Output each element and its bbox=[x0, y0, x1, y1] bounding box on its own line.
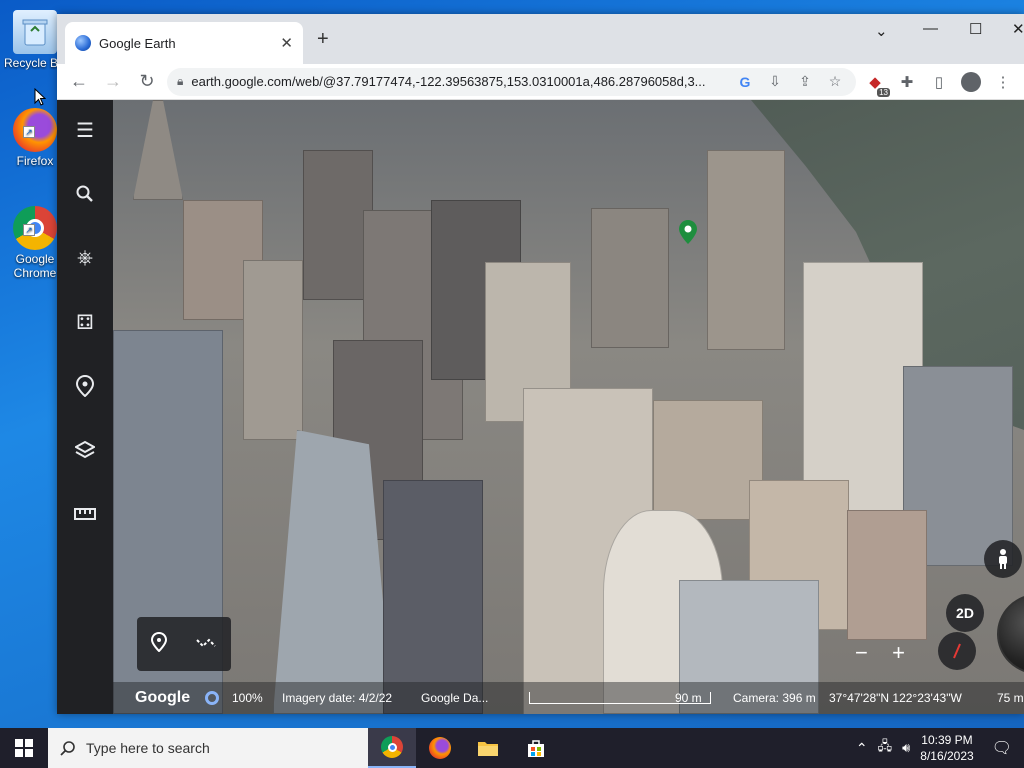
building bbox=[243, 260, 303, 440]
profile-avatar[interactable] bbox=[958, 69, 984, 95]
taskbar: Type here to search ⌃ 🖧︎ 🔊︎ 10:39 PM 8/1… bbox=[0, 728, 1024, 768]
tab-bar: Google Earth ✕ + ⌄ — ☐ ✕ bbox=[57, 14, 1024, 64]
new-tab-button[interactable]: + bbox=[317, 28, 329, 51]
building bbox=[591, 208, 669, 348]
draw-path-icon[interactable] bbox=[195, 634, 217, 655]
building bbox=[133, 100, 183, 200]
zoom-controls: − + bbox=[849, 636, 911, 670]
clock[interactable]: 10:39 PM 8/16/2023 bbox=[920, 732, 973, 764]
search-placeholder: Type here to search bbox=[86, 740, 210, 756]
install-app-icon[interactable]: ⇩ bbox=[764, 73, 786, 90]
network-icon[interactable]: 🖧︎ bbox=[878, 737, 893, 759]
address-bar[interactable]: 🔒︎ earth.google.com/web/@37.79177474,-12… bbox=[167, 67, 856, 96]
reload-button[interactable]: ↻ bbox=[133, 68, 161, 96]
close-window-button[interactable]: ✕ bbox=[1012, 20, 1024, 38]
2d-3d-toggle-button[interactable]: 2D bbox=[946, 594, 984, 632]
scale-label: 90 m bbox=[675, 691, 702, 705]
location-pin-icon[interactable] bbox=[679, 220, 697, 244]
notifications-icon[interactable]: 🗨︎ bbox=[992, 738, 1012, 758]
shortcut-arrow-icon: ↗ bbox=[23, 126, 35, 138]
share-icon[interactable]: ⇪ bbox=[794, 73, 816, 90]
taskbar-firefox[interactable] bbox=[416, 728, 464, 768]
menu-icon[interactable]: ☰ bbox=[71, 116, 99, 144]
show-hidden-icons-chevron-icon[interactable]: ⌃ bbox=[856, 740, 868, 757]
building bbox=[847, 510, 927, 640]
measure-icon[interactable] bbox=[71, 500, 99, 528]
chrome-icon: ↗ bbox=[13, 206, 57, 250]
search-icon bbox=[60, 741, 75, 756]
firefox-icon bbox=[429, 737, 451, 759]
pegman-street-view-icon[interactable] bbox=[984, 540, 1022, 578]
mouse-cursor-icon bbox=[34, 87, 47, 111]
earth-status-bar: Google 100% Imagery date: 4/2/22 Google … bbox=[113, 682, 1024, 714]
folder-icon bbox=[478, 742, 498, 756]
imagery-date: Imagery date: 4/2/22 bbox=[282, 691, 393, 705]
elevation: 75 m bbox=[997, 691, 1024, 705]
bookmark-star-icon[interactable]: ☆ bbox=[824, 73, 846, 90]
taskbar-file-explorer[interactable] bbox=[464, 728, 512, 768]
recycle-bin-icon bbox=[13, 10, 57, 54]
projects-icon[interactable] bbox=[71, 372, 99, 400]
data-attribution[interactable]: Google Da... bbox=[421, 691, 488, 705]
url-text[interactable]: earth.google.com/web/@37.79177474,-122.3… bbox=[191, 74, 726, 89]
overview-globe-icon[interactable] bbox=[997, 594, 1024, 674]
minimize-button[interactable]: — bbox=[923, 20, 938, 37]
system-tray: ⌃ 🖧︎ 🔊︎ 10:39 PM 8/16/2023 🗨︎ bbox=[856, 728, 1024, 768]
tab-search-chevron-icon[interactable]: ⌄ bbox=[875, 22, 888, 40]
back-button[interactable]: ← bbox=[65, 68, 93, 96]
browser-toolbar: ← → ↻ 🔒︎ earth.google.com/web/@37.791774… bbox=[57, 64, 1024, 100]
extension-badge: 13 bbox=[877, 87, 890, 97]
extensions-puzzle-icon[interactable]: ✚ bbox=[894, 69, 920, 95]
side-panel-icon[interactable]: ▯ bbox=[926, 69, 952, 95]
building bbox=[383, 480, 483, 714]
lock-icon[interactable]: 🔒︎ bbox=[177, 74, 183, 89]
google-logo: Google bbox=[135, 689, 191, 706]
volume-icon[interactable]: 🔊︎ bbox=[902, 740, 910, 756]
taskbar-store[interactable] bbox=[512, 728, 560, 768]
taskbar-search[interactable]: Type here to search bbox=[48, 728, 368, 768]
zoom-out-button[interactable]: − bbox=[855, 640, 868, 666]
start-button[interactable] bbox=[0, 728, 48, 768]
earth-3d-map-view[interactable]: 2D − + bbox=[113, 100, 1024, 714]
compass-icon[interactable] bbox=[938, 632, 976, 670]
search-icon[interactable] bbox=[71, 180, 99, 208]
add-placemark-icon[interactable] bbox=[150, 631, 168, 657]
menu-dots-icon[interactable]: ⋮ bbox=[990, 69, 1016, 95]
tab-close-icon[interactable]: ✕ bbox=[280, 34, 293, 52]
tab-google-earth[interactable]: Google Earth ✕ bbox=[65, 22, 303, 64]
zoom-in-button[interactable]: + bbox=[892, 640, 905, 666]
building bbox=[653, 400, 763, 520]
maximize-button[interactable]: ☐ bbox=[969, 20, 982, 38]
extension-icon[interactable]: ◆ 13 bbox=[862, 69, 890, 97]
building bbox=[707, 150, 785, 350]
desktop-icon-label: Recycle Bin bbox=[4, 56, 62, 70]
tab-title: Google Earth bbox=[99, 35, 176, 51]
camera-altitude: Camera: 396 m bbox=[733, 691, 816, 705]
windows-logo-icon bbox=[15, 739, 33, 757]
google-earth-favicon-icon bbox=[75, 35, 91, 51]
voyager-icon[interactable]: ⎈ bbox=[71, 244, 99, 272]
clock-date: 8/16/2023 bbox=[920, 749, 974, 763]
firefox-icon: ↗ bbox=[13, 108, 57, 152]
load-percent: 100% bbox=[232, 691, 263, 705]
forward-button[interactable]: → bbox=[99, 68, 127, 96]
taskbar-chrome[interactable] bbox=[368, 728, 416, 768]
feeling-lucky-icon[interactable]: ⚃ bbox=[71, 308, 99, 336]
chrome-icon bbox=[381, 736, 403, 758]
clock-time: 10:39 PM bbox=[921, 733, 973, 747]
google-lens-icon[interactable]: G bbox=[734, 74, 756, 90]
google-earth-app: ☰ ⎈ ⚃ 2D − + Google 100% Imagery date: 4… bbox=[57, 100, 1024, 714]
shortcut-arrow-icon: ↗ bbox=[23, 224, 35, 236]
earth-sidebar: ☰ ⎈ ⚃ bbox=[57, 100, 113, 714]
map-style-icon[interactable] bbox=[71, 436, 99, 464]
map-tools-panel bbox=[137, 617, 231, 671]
microsoft-store-icon bbox=[528, 740, 544, 757]
browser-window: Google Earth ✕ + ⌄ — ☐ ✕ ← → ↻ 🔒︎ earth.… bbox=[57, 14, 1024, 714]
coordinates[interactable]: 37°47'28"N 122°23'43"W bbox=[829, 691, 962, 705]
